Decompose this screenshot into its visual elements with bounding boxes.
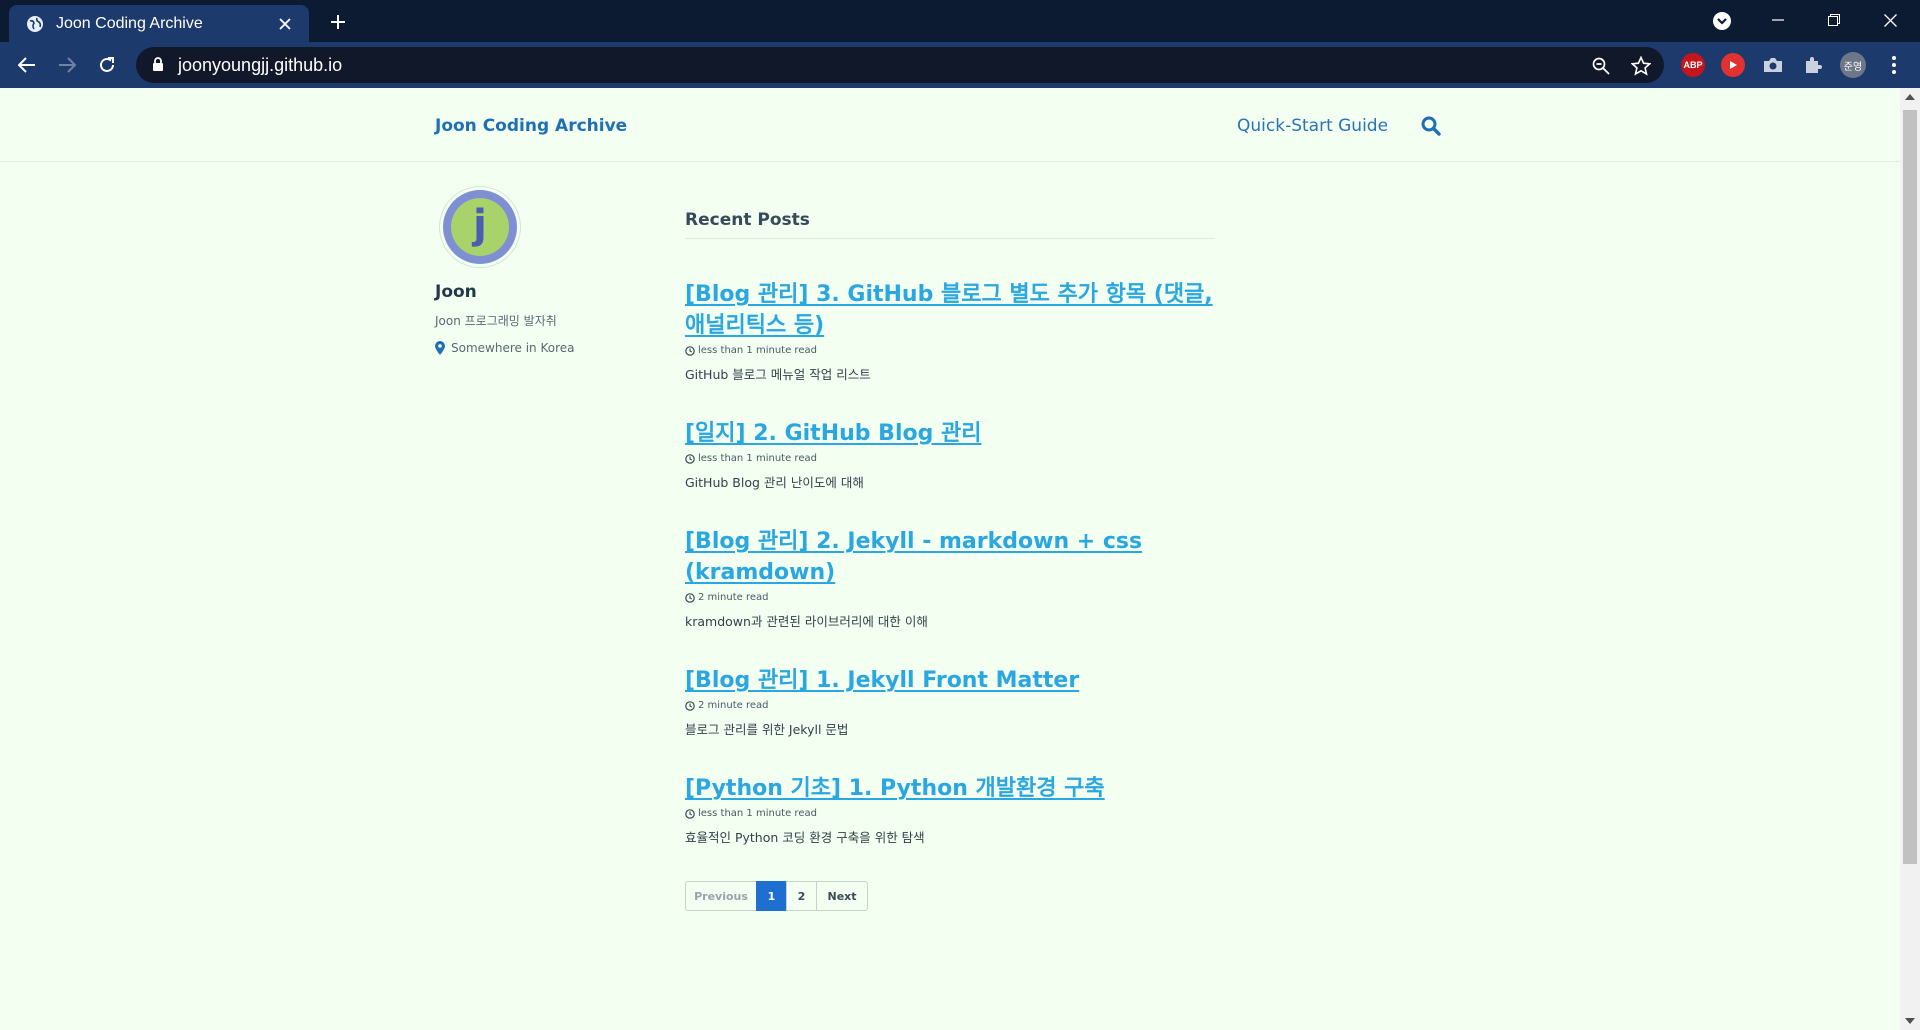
clock-icon <box>685 453 695 464</box>
browser-tabstrip: Joon Coding Archive <box>0 0 1920 42</box>
author-avatar: j <box>439 186 521 268</box>
site-title-link[interactable]: Joon Coding Archive <box>435 116 627 136</box>
pagination-page-2[interactable]: 2 <box>786 881 817 911</box>
post-read-time: 2 minute read <box>698 700 769 711</box>
post-list: [Blog 관리] 3. GitHub 블로그 별도 추가 항목 (댓글, 애널… <box>685 279 1215 846</box>
globe-icon <box>27 15 43 32</box>
post-title-link[interactable]: [Blog 관리] 1. Jekyll Front Matter <box>685 665 1215 696</box>
zoom-icon[interactable] <box>1590 55 1612 77</box>
page-content: Joon Coding Archive Quick-Start Guide j … <box>0 88 1900 1030</box>
close-window-button[interactable] <box>1862 0 1918 40</box>
reload-button[interactable] <box>91 49 123 81</box>
pagination-previous[interactable]: Previous <box>685 881 757 911</box>
post-read-time: 2 minute read <box>698 592 769 603</box>
pagination-next[interactable]: Next <box>816 881 868 911</box>
pagination: Previous 1 2 Next <box>685 881 1215 911</box>
post-item: [일지] 2. GitHub Blog 관리 less than 1 minut… <box>685 418 1215 491</box>
new-tab-button[interactable] <box>323 9 353 35</box>
forward-button[interactable] <box>51 49 83 81</box>
scrollbar-thumb[interactable] <box>1903 110 1917 864</box>
post-meta: 2 minute read <box>685 700 1215 711</box>
nav-link-quick-start[interactable]: Quick-Start Guide <box>1237 116 1388 136</box>
scroll-down-arrow-icon[interactable] <box>1905 1018 1915 1024</box>
search-icon[interactable] <box>1419 114 1443 138</box>
page-scrollbar[interactable] <box>1900 88 1920 1030</box>
post-title-link[interactable]: [Blog 관리] 3. GitHub 블로그 별도 추가 항목 (댓글, 애널… <box>685 279 1215 341</box>
post-meta: less than 1 minute read <box>685 453 1215 464</box>
post-read-time: less than 1 minute read <box>698 345 817 356</box>
post-item: [Blog 관리] 1. Jekyll Front Matter 2 minut… <box>685 665 1215 738</box>
tab-title: Joon Coding Archive <box>56 14 203 32</box>
post-read-time: less than 1 minute read <box>698 808 817 819</box>
clock-icon <box>685 700 695 711</box>
post-item: [Blog 관리] 2. Jekyll - markdown + css (kr… <box>685 526 1215 630</box>
post-read-time: less than 1 minute read <box>698 453 817 464</box>
browser-toolbar: joonyoungjj.github.io ABP 준영 <box>0 42 1920 88</box>
post-meta: less than 1 minute read <box>685 808 1215 819</box>
lock-icon <box>153 57 163 71</box>
main-content: Recent Posts [Blog 관리] 3. GitHub 블로그 별도 … <box>685 210 1215 911</box>
close-tab-icon[interactable] <box>275 14 295 34</box>
post-item: [Python 기초] 1. Python 개발환경 구축 less than … <box>685 773 1215 846</box>
author-name: Joon <box>435 282 477 302</box>
clock-icon <box>685 592 695 603</box>
camera-extension-icon[interactable] <box>1761 53 1785 77</box>
tab-search-icon[interactable] <box>1710 9 1734 33</box>
post-title-link[interactable]: [일지] 2. GitHub Blog 관리 <box>685 418 1215 449</box>
post-excerpt: GitHub 블로그 메뉴얼 작업 리스트 <box>685 367 871 382</box>
map-marker-icon <box>435 341 445 355</box>
post-meta: 2 minute read <box>685 592 1215 603</box>
url-text: joonyoungjj.github.io <box>178 55 343 75</box>
profile-avatar[interactable]: 준영 <box>1840 52 1866 78</box>
post-meta: less than 1 minute read <box>685 345 1215 356</box>
masthead: Joon Coding Archive Quick-Start Guide <box>0 88 1900 162</box>
menu-kebab-icon[interactable] <box>1882 53 1906 77</box>
author-location-text: Somewhere in Korea <box>451 341 575 355</box>
video-extension-icon[interactable] <box>1721 53 1745 77</box>
post-title-link[interactable]: [Python 기초] 1. Python 개발환경 구축 <box>685 773 1215 804</box>
clock-icon <box>685 808 695 819</box>
bookmark-star-icon[interactable] <box>1630 55 1652 77</box>
post-excerpt: 블로그 관리를 위한 Jekyll 문법 <box>685 722 849 737</box>
author-sidebar: j Joon Joon 프로그래밍 발자취 Somewhere in Korea <box>435 186 655 355</box>
avatar-letter: j <box>451 198 509 256</box>
clock-icon <box>685 345 695 356</box>
minimize-window-button[interactable] <box>1750 0 1806 40</box>
puzzle-extensions-icon[interactable] <box>1801 53 1825 77</box>
section-title: Recent Posts <box>685 210 1215 239</box>
author-bio: Joon 프로그래밍 발자취 <box>435 314 557 328</box>
adblock-extension-icon[interactable]: ABP <box>1681 53 1705 77</box>
back-button[interactable] <box>11 49 43 81</box>
restore-window-button[interactable] <box>1806 0 1862 40</box>
scroll-up-arrow-icon[interactable] <box>1905 94 1915 100</box>
address-bar[interactable]: joonyoungjj.github.io <box>136 47 1664 83</box>
browser-tab[interactable]: Joon Coding Archive <box>9 5 309 42</box>
pagination-page-1[interactable]: 1 <box>756 881 787 911</box>
post-excerpt: 효율적인 Python 코딩 환경 구축을 위한 탐색 <box>685 830 925 845</box>
post-title-link[interactable]: [Blog 관리] 2. Jekyll - markdown + css (kr… <box>685 526 1215 588</box>
post-excerpt: kramdown과 관련된 라이브러리에 대한 이해 <box>685 614 928 629</box>
post-item: [Blog 관리] 3. GitHub 블로그 별도 추가 항목 (댓글, 애널… <box>685 279 1215 383</box>
author-location: Somewhere in Korea <box>435 341 655 355</box>
post-excerpt: GitHub Blog 관리 난이도에 대해 <box>685 475 864 490</box>
